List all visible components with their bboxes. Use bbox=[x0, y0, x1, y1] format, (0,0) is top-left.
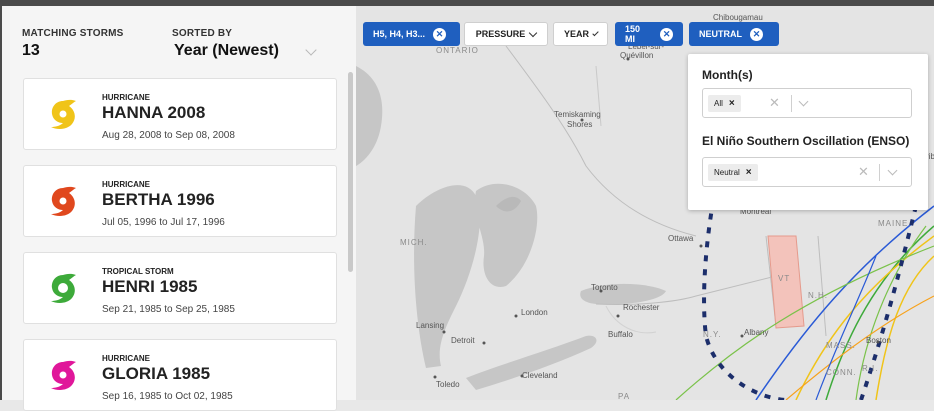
map-label-toledo: Toledo bbox=[436, 380, 460, 389]
storm-name: BERTHA 1996 bbox=[102, 190, 215, 209]
map-label-nh: N.H. bbox=[808, 291, 828, 300]
chevron-down-icon bbox=[529, 28, 538, 37]
remove-filter-icon[interactable]: ✕ bbox=[433, 27, 447, 41]
storm-map[interactable]: Chibougamau Lebel-sur- Quévillon Temiska… bbox=[356, 6, 934, 400]
sidebar-header: MATCHING STORMS 13 SORTED BY Year (Newes… bbox=[2, 6, 356, 66]
storm-type: TROPICAL STORM bbox=[102, 267, 174, 276]
map-label-rochester: Rochester bbox=[623, 303, 660, 312]
clear-icon[interactable]: ✕ bbox=[769, 95, 780, 111]
enso-filter-heading: El Niño Southern Oscillation (ENSO) bbox=[702, 134, 910, 148]
sidebar-scrollbar[interactable] bbox=[348, 72, 353, 272]
map-label-mass: MASS. bbox=[826, 341, 856, 350]
hurricane-icon bbox=[51, 186, 76, 216]
map-label-cleveland: Cleveland bbox=[522, 371, 558, 380]
category-filter-chip[interactable]: H5, H4, H3... ✕ bbox=[363, 22, 460, 46]
pressure-filter-label: PRESSURE bbox=[475, 29, 526, 39]
map-label-mich: MICH. bbox=[400, 238, 428, 247]
storm-card-gloria-1985[interactable]: HURRICANE GLORIA 1985 Sep 16, 1985 to Oc… bbox=[23, 339, 337, 411]
storm-dates: Jul 05, 1996 to Jul 17, 1996 bbox=[102, 217, 225, 228]
map-label-ny: N.Y. bbox=[703, 330, 722, 339]
storm-type: HURRICANE bbox=[102, 93, 150, 102]
storm-dates: Aug 28, 2008 to Sep 08, 2008 bbox=[102, 130, 235, 141]
map-label-ri: R.I. bbox=[862, 364, 879, 373]
tropical-storm-icon bbox=[51, 273, 76, 303]
storm-card-bertha-1996[interactable]: HURRICANE BERTHA 1996 Jul 05, 1996 to Ju… bbox=[23, 165, 337, 237]
chevron-down-icon bbox=[592, 29, 599, 36]
distance-filter-chip[interactable]: 150 MI ✕ bbox=[615, 22, 683, 46]
matching-storms-label: MATCHING STORMS bbox=[22, 28, 124, 39]
enso-select[interactable]: Neutral × ✕ bbox=[702, 157, 912, 187]
year-filter-label: YEAR bbox=[564, 29, 590, 39]
map-label-maine: MAINE bbox=[878, 219, 909, 228]
clear-icon[interactable]: ✕ bbox=[858, 164, 869, 180]
storm-type: HURRICANE bbox=[102, 180, 150, 189]
storm-type: HURRICANE bbox=[102, 354, 150, 363]
remove-tag-icon[interactable]: × bbox=[746, 167, 752, 178]
month-tag: All × bbox=[708, 95, 741, 112]
select-separator bbox=[879, 164, 880, 181]
filter-popover: Month(s) All × ✕ El Niño Southern Oscill… bbox=[688, 54, 928, 210]
map-label-detroit: Detroit bbox=[451, 336, 475, 345]
chevron-down-icon bbox=[305, 44, 317, 56]
sort-select[interactable]: Year (Newest) bbox=[170, 38, 330, 62]
chevron-down-icon[interactable] bbox=[798, 96, 809, 107]
storm-card-henri-1985[interactable]: TROPICAL STORM HENRI 1985 Sep 21, 1985 t… bbox=[23, 252, 337, 324]
month-filter-heading: Month(s) bbox=[702, 68, 753, 82]
enso-filter-chip[interactable]: NEUTRAL ✕ bbox=[689, 22, 779, 46]
map-label-shores: Shores bbox=[567, 120, 593, 129]
matching-storms-count: 13 bbox=[22, 42, 40, 59]
distance-filter-label: 150 MI bbox=[625, 24, 641, 44]
year-filter-chip[interactable]: YEAR bbox=[553, 22, 608, 46]
map-label-toronto: Toronto bbox=[591, 283, 618, 292]
storm-dates: Sep 16, 1985 to Oct 02, 1985 bbox=[102, 391, 233, 402]
map-label-vt: VT bbox=[778, 274, 791, 283]
month-tag-label: All bbox=[714, 99, 723, 108]
enso-tag-label: Neutral bbox=[714, 168, 740, 177]
enso-filter-label: NEUTRAL bbox=[699, 29, 742, 39]
remove-tag-icon[interactable]: × bbox=[729, 98, 735, 109]
map-label-chibougamau: Chibougamau bbox=[713, 13, 763, 22]
chevron-down-icon[interactable] bbox=[887, 165, 898, 176]
remove-filter-icon[interactable]: ✕ bbox=[750, 27, 763, 41]
storm-card-hanna-2008[interactable]: HURRICANE HANNA 2008 Aug 28, 2008 to Sep… bbox=[23, 78, 337, 150]
pressure-filter-chip[interactable]: PRESSURE bbox=[464, 22, 548, 46]
map-label-boston: Boston bbox=[866, 336, 891, 345]
storm-name: HENRI 1985 bbox=[102, 277, 198, 296]
storm-list-sidebar: MATCHING STORMS 13 SORTED BY Year (Newes… bbox=[2, 6, 357, 411]
select-separator bbox=[791, 95, 792, 112]
hurricane-icon bbox=[51, 360, 76, 390]
map-label-albany: Albany bbox=[744, 328, 769, 337]
storm-name: HANNA 2008 bbox=[102, 103, 206, 122]
category-filter-label: H5, H4, H3... bbox=[373, 29, 426, 39]
map-label-buffalo: Buffalo bbox=[608, 330, 633, 339]
hurricane-icon bbox=[51, 99, 76, 129]
map-label-pa: PA bbox=[618, 392, 631, 400]
map-label-temiskaming: Temiskaming bbox=[554, 110, 601, 119]
month-select[interactable]: All × ✕ bbox=[702, 88, 912, 118]
map-label-lansing: Lansing bbox=[416, 321, 445, 330]
storm-dates: Sep 21, 1985 to Sep 25, 1985 bbox=[102, 304, 235, 315]
map-label-ottawa: Ottawa bbox=[668, 234, 694, 243]
map-label-london: London bbox=[521, 308, 548, 317]
storm-name: GLORIA 1985 bbox=[102, 364, 211, 383]
sort-select-value: Year (Newest) bbox=[174, 42, 279, 59]
remove-filter-icon[interactable]: ✕ bbox=[660, 27, 673, 41]
map-label-conn: CONN. bbox=[826, 368, 857, 377]
map-label-ontario: ONTARIO bbox=[436, 46, 479, 55]
map-label-quevillon: Quévillon bbox=[620, 51, 654, 60]
enso-tag: Neutral × bbox=[708, 164, 758, 181]
